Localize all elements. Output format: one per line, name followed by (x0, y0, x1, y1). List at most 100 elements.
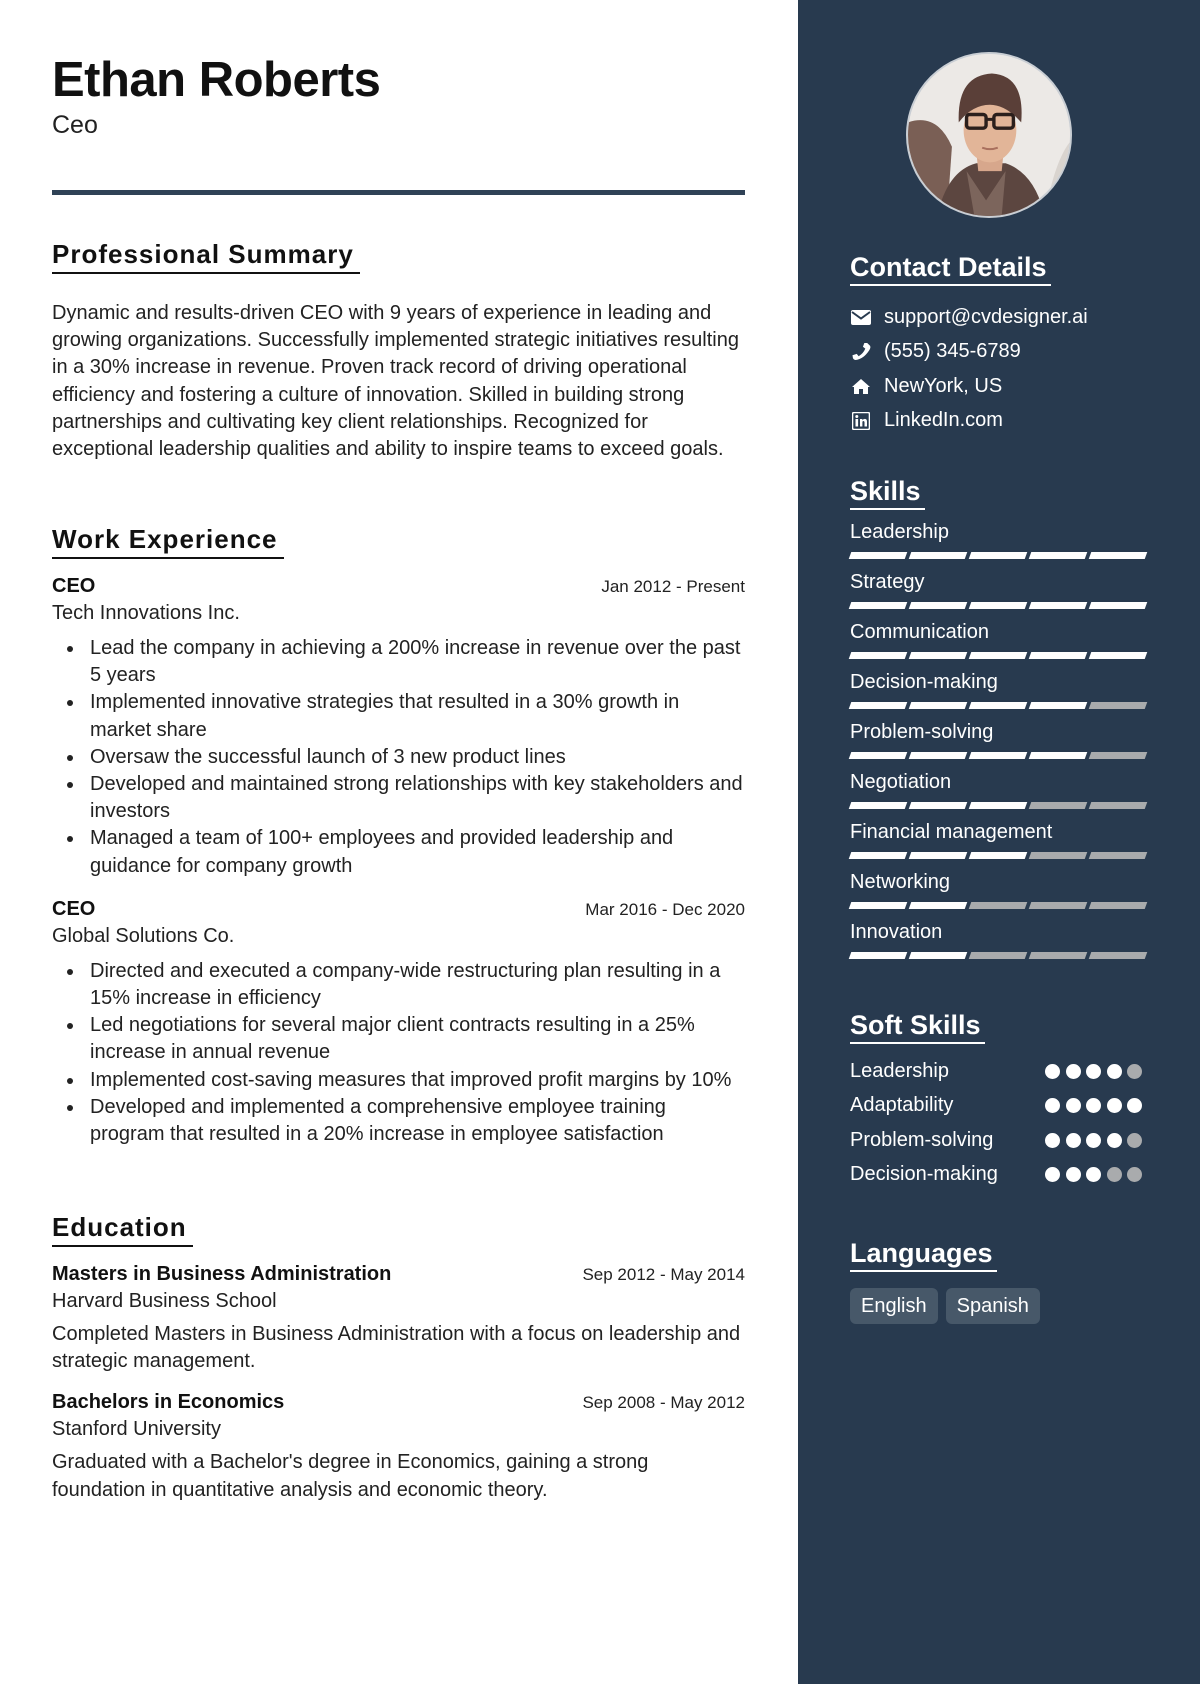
rating-dot-filled (1065, 1132, 1081, 1148)
skill-level-segment-filled (848, 802, 908, 810)
contact-heading: Contact Details (850, 252, 1051, 287)
skill-level-segment-filled (908, 902, 968, 910)
job-bullet: Developed and maintained strong relation… (52, 771, 745, 825)
contact-linkedin-text: LinkedIn.com (884, 409, 1003, 432)
sidebar: Contact Details support@cvdesigner.ai (5… (798, 0, 1200, 1684)
skill-name: Communication (850, 621, 989, 644)
candidate-name: Ethan Roberts (52, 53, 381, 107)
rating-dot-filled (1065, 1063, 1081, 1079)
skill-name: Problem-solving (850, 721, 994, 744)
skill-level-segment-filled (848, 702, 908, 710)
skill-level-segment-empty (1088, 752, 1148, 760)
education-section: Education Masters in Business Administra… (52, 1212, 745, 1504)
rating-dot-filled (1045, 1063, 1060, 1079)
skill-name: Negotiation (850, 771, 952, 794)
skill-level-segment-empty (1088, 852, 1148, 860)
skill-level-segment-filled (848, 902, 908, 910)
contact-email[interactable]: support@cvdesigner.ai (850, 300, 1160, 335)
skill-item: Networking (848, 870, 1160, 920)
education-entry: Bachelors in Economics Sep 2008 - May 20… (52, 1391, 745, 1503)
skill-level-bar (848, 552, 1148, 560)
skill-name: Networking (850, 871, 951, 894)
skill-level-segment-filled (908, 802, 968, 810)
home-icon (850, 376, 872, 396)
skill-level-segment-filled (908, 552, 968, 560)
education-entry: Masters in Business Administration Sep 2… (52, 1263, 745, 1375)
rating-dot-filled (1045, 1132, 1060, 1148)
skill-level-segment-empty (1088, 702, 1148, 710)
rating-dot-empty (1127, 1132, 1142, 1148)
education-dates: Sep 2008 - May 2012 (582, 1393, 745, 1413)
job-bullet: Lead the company in achieving a 200% inc… (52, 635, 745, 689)
soft-skill-name: Leadership (850, 1059, 949, 1082)
skill-item: Problem-solving (848, 720, 1160, 770)
skill-level-segment-filled (908, 702, 968, 710)
soft-skill-item: Problem-solving (850, 1123, 1160, 1158)
skill-level-segment-empty (1028, 902, 1088, 910)
soft-skills-heading: Soft Skills (850, 1010, 985, 1045)
contact-linkedin[interactable]: LinkedIn.com (850, 404, 1160, 439)
rating-dot-filled (1045, 1098, 1060, 1114)
skill-level-segment-filled (1028, 552, 1088, 560)
skill-level-segment-filled (968, 552, 1028, 560)
language-chip: Spanish (945, 1288, 1040, 1325)
rating-dot-filled (1086, 1098, 1101, 1114)
degree-title: Masters in Business Administration (52, 1262, 392, 1285)
rating-dot-empty (1127, 1167, 1142, 1183)
skill-level-segment-filled (1088, 652, 1148, 660)
job-bullet: Implemented cost-saving measures that im… (52, 1067, 745, 1094)
profile-photo (906, 52, 1072, 218)
skill-level-segment-empty (968, 902, 1028, 910)
education-description: Completed Masters in Business Administra… (52, 1322, 741, 1373)
languages-section: Languages English Spanish (850, 1238, 1160, 1325)
skill-level-bar (848, 702, 1148, 710)
skill-level-segment-filled (1088, 602, 1148, 610)
soft-skill-rating (1045, 1098, 1142, 1114)
job-company: Tech Innovations Inc. (52, 601, 240, 624)
skill-item: Financial management (848, 820, 1160, 870)
skill-name: Financial management (850, 821, 1053, 844)
skill-level-segment-filled (968, 852, 1028, 860)
skill-level-segment-filled (908, 602, 968, 610)
soft-skill-rating (1045, 1063, 1142, 1079)
skills-list: Leadership Strategy Communication Decision-… (848, 520, 1160, 970)
job-dates: Jan 2012 - Present (601, 576, 745, 596)
linkedin-icon (850, 411, 872, 431)
contact-location-text: NewYork, US (884, 374, 1003, 397)
skill-level-segment-filled (848, 852, 908, 860)
skill-level-segment-filled (1028, 752, 1088, 760)
skill-level-segment-empty (1088, 802, 1148, 810)
soft-skill-rating (1045, 1132, 1142, 1148)
skill-level-segment-empty (1028, 802, 1088, 810)
work-experience-heading: Work Experience (52, 524, 284, 559)
contact-email-text: support@cvdesigner.ai (884, 305, 1088, 328)
skill-name: Strategy (850, 571, 925, 594)
job-bullet: Directed and executed a company-wide res… (52, 958, 745, 1012)
skill-level-segment-filled (1028, 702, 1088, 710)
summary-section: Professional Summary Dynamic and results… (52, 239, 745, 463)
rating-dot-empty (1127, 1063, 1142, 1079)
contact-location: NewYork, US (850, 369, 1160, 404)
education-heading: Education (52, 1212, 193, 1247)
skill-level-segment-filled (908, 652, 968, 660)
job-bullet: Managed a team of 100+ employees and pro… (52, 825, 745, 879)
skill-level-segment-filled (968, 752, 1028, 760)
languages-heading: Languages (850, 1238, 997, 1273)
skill-level-segment-filled (848, 952, 908, 960)
soft-skill-name: Decision-making (850, 1163, 998, 1186)
skill-level-segment-filled (908, 952, 968, 960)
language-chip: English (850, 1288, 938, 1325)
skill-level-segment-empty (968, 952, 1028, 960)
skill-item: Decision-making (848, 670, 1160, 720)
phone-icon (850, 342, 872, 362)
job-bullet: Led negotiations for several major clien… (52, 1012, 745, 1066)
job-dates: Mar 2016 - Dec 2020 (585, 899, 745, 919)
contact-phone[interactable]: (555) 345-6789 (850, 335, 1160, 370)
rating-dot-filled (1065, 1167, 1081, 1183)
job-company: Global Solutions Co. (52, 924, 235, 947)
skill-name: Decision-making (850, 671, 998, 694)
skills-section: Skills Leadership Strategy Communication De… (848, 476, 1160, 970)
rating-dot-filled (1106, 1098, 1122, 1114)
degree-title: Bachelors in Economics (52, 1391, 285, 1414)
skill-level-bar (848, 852, 1148, 860)
